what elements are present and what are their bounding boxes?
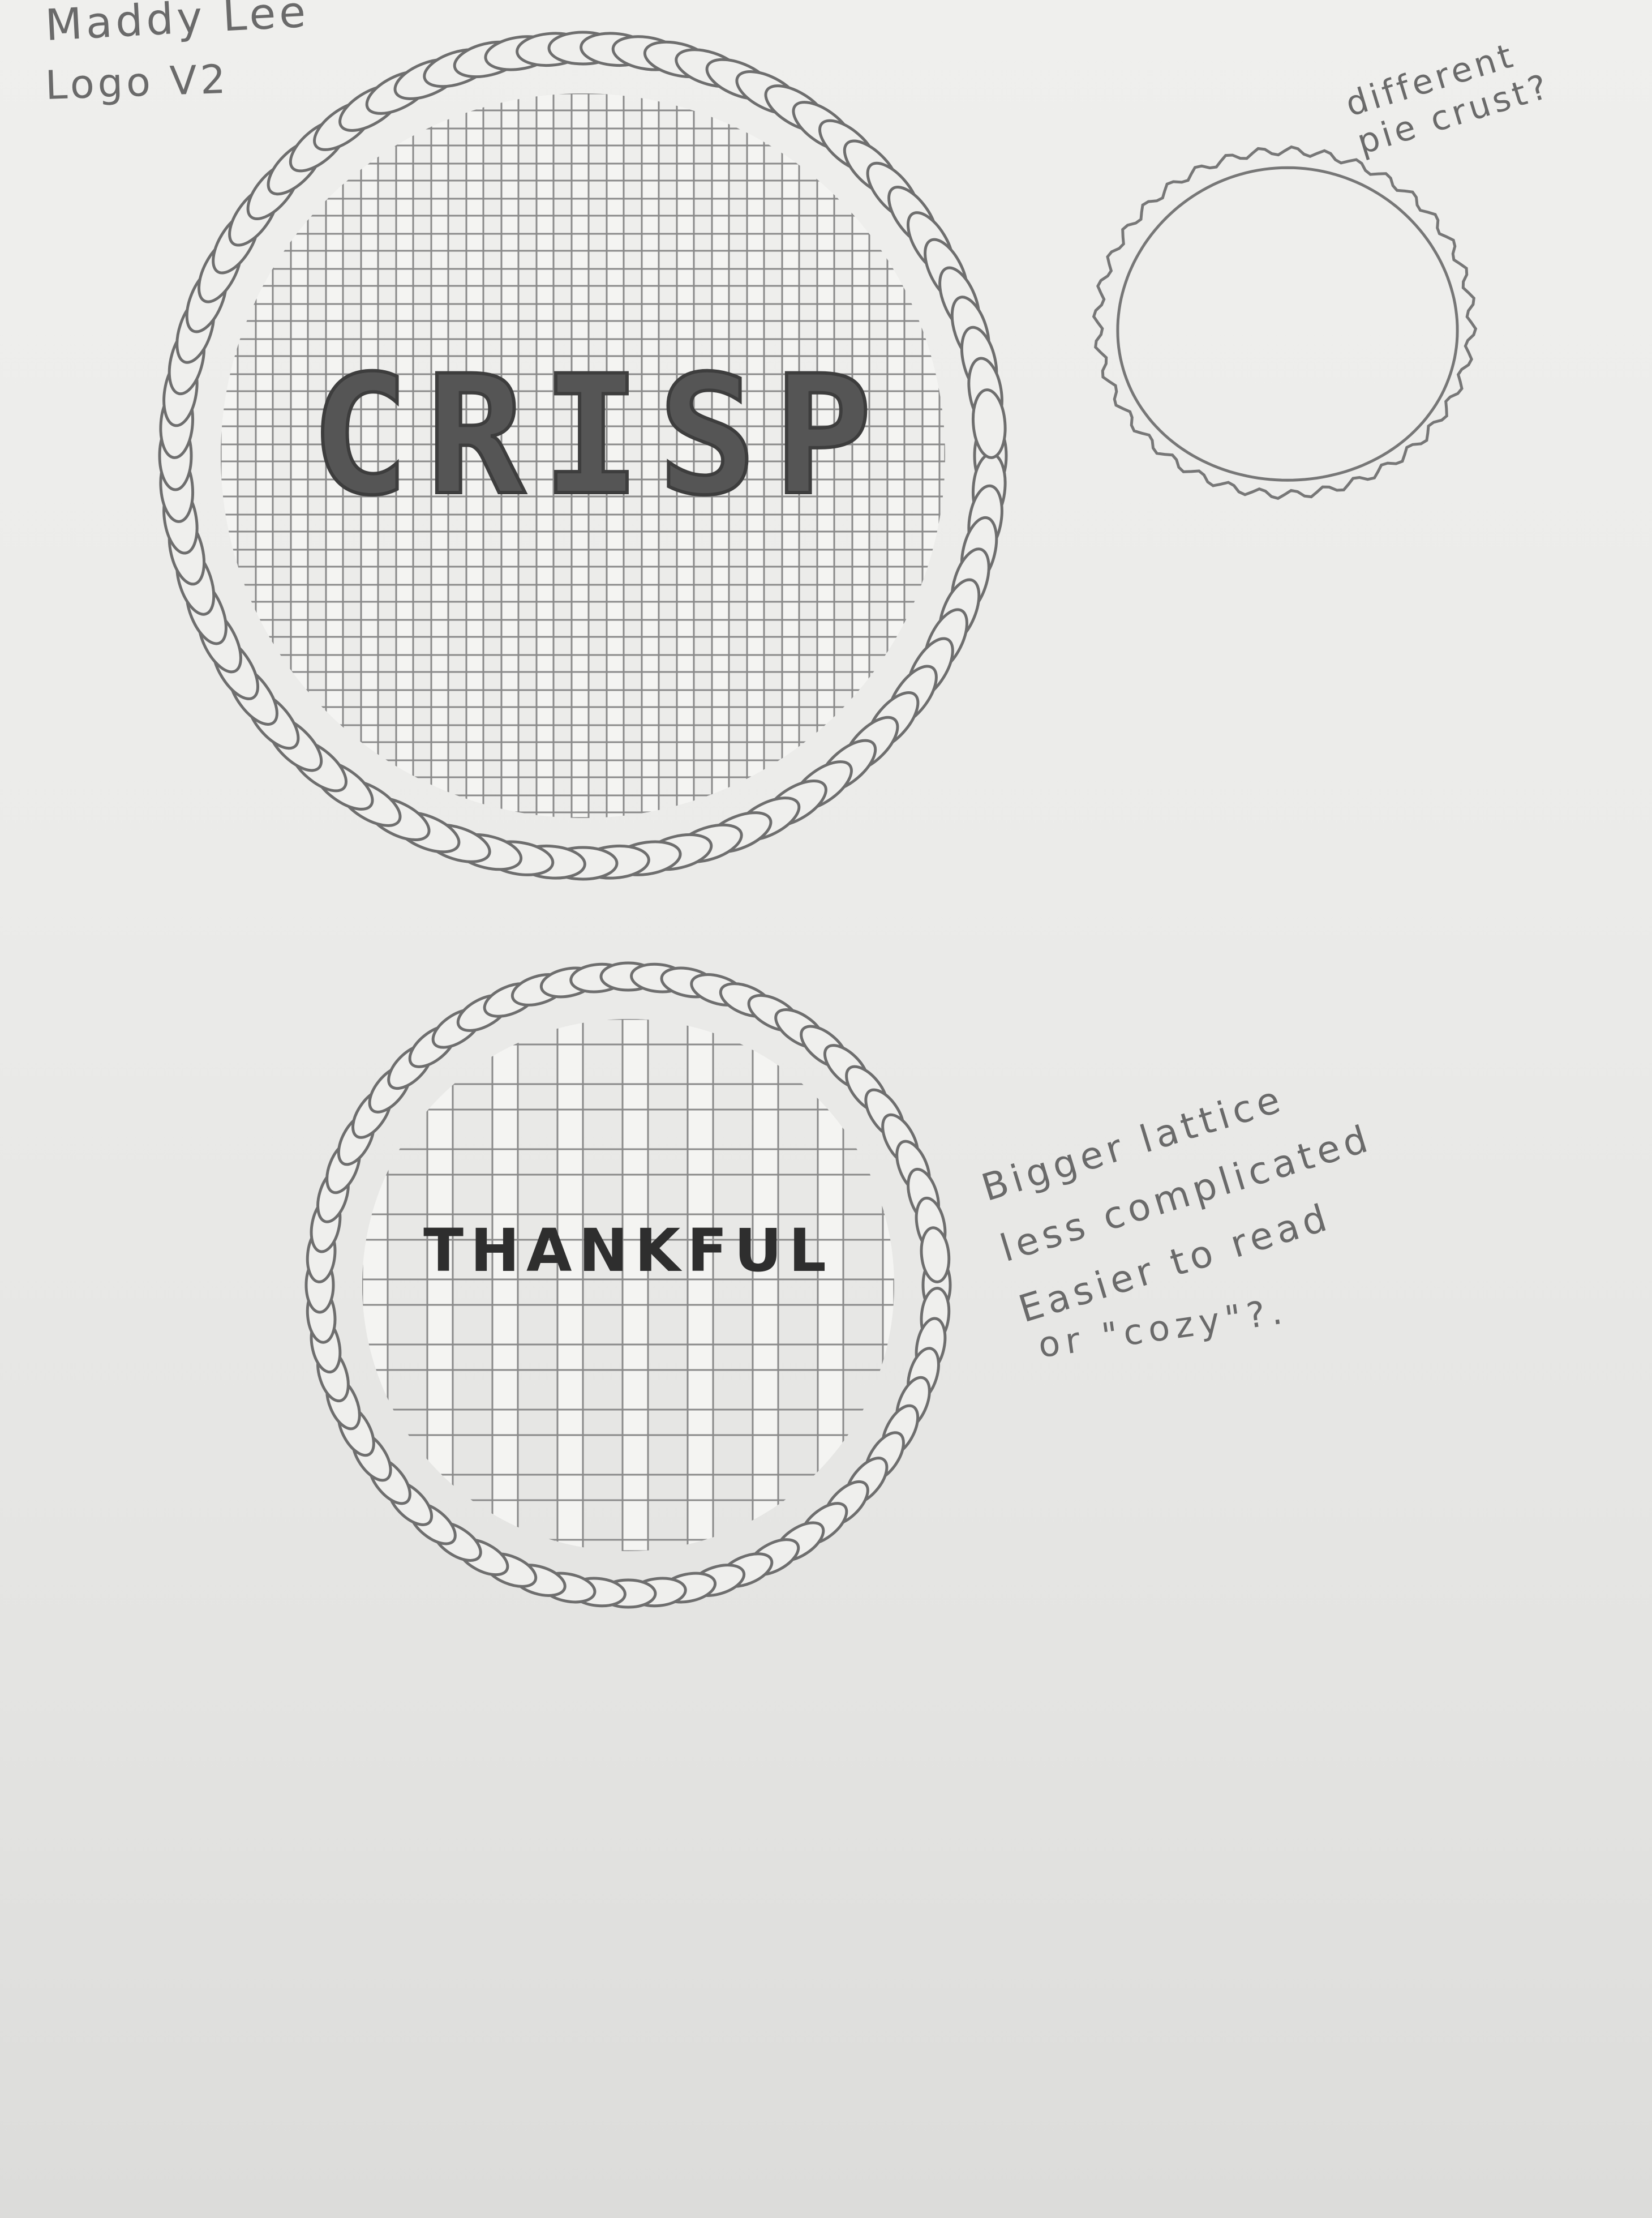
alternative-crust-sketch: [1092, 145, 1478, 500]
large-pie-sketch: CRISP: [158, 31, 1008, 881]
lattice-strip-vertical: [556, 1019, 584, 1551]
lattice-strip-vertical: [426, 1019, 454, 1551]
lattice-strip-vertical: [686, 1019, 714, 1551]
alt-crust-outer-ring: [1092, 145, 1478, 500]
lattice-strip-vertical: [817, 1019, 844, 1551]
lattice-strip-vertical: [621, 1019, 649, 1551]
crisp-lettering: CRISP: [311, 341, 890, 532]
lattice-strip-vertical: [752, 1019, 779, 1551]
logo-version-label: Logo V2: [44, 55, 230, 109]
pie-logo-sketches: CRISP THANKFUL: [158, 31, 1478, 1609]
lattice-strip-vertical: [921, 93, 941, 818]
lattice-strip-vertical: [491, 1019, 519, 1551]
lattice-strip-vertical: [221, 93, 239, 818]
alt-crust-inner-ring: [1116, 166, 1459, 482]
thankful-lettering: THANKFUL: [423, 1216, 833, 1285]
small-pie-sketch: THANKFUL: [304, 961, 952, 1609]
sketch-paper: CRISP THANKFUL Maddy Lee Logo V2 differe…: [0, 0, 1652, 2218]
small-pie-lattice: [362, 1019, 894, 1551]
lattice-strip-vertical: [290, 93, 309, 818]
